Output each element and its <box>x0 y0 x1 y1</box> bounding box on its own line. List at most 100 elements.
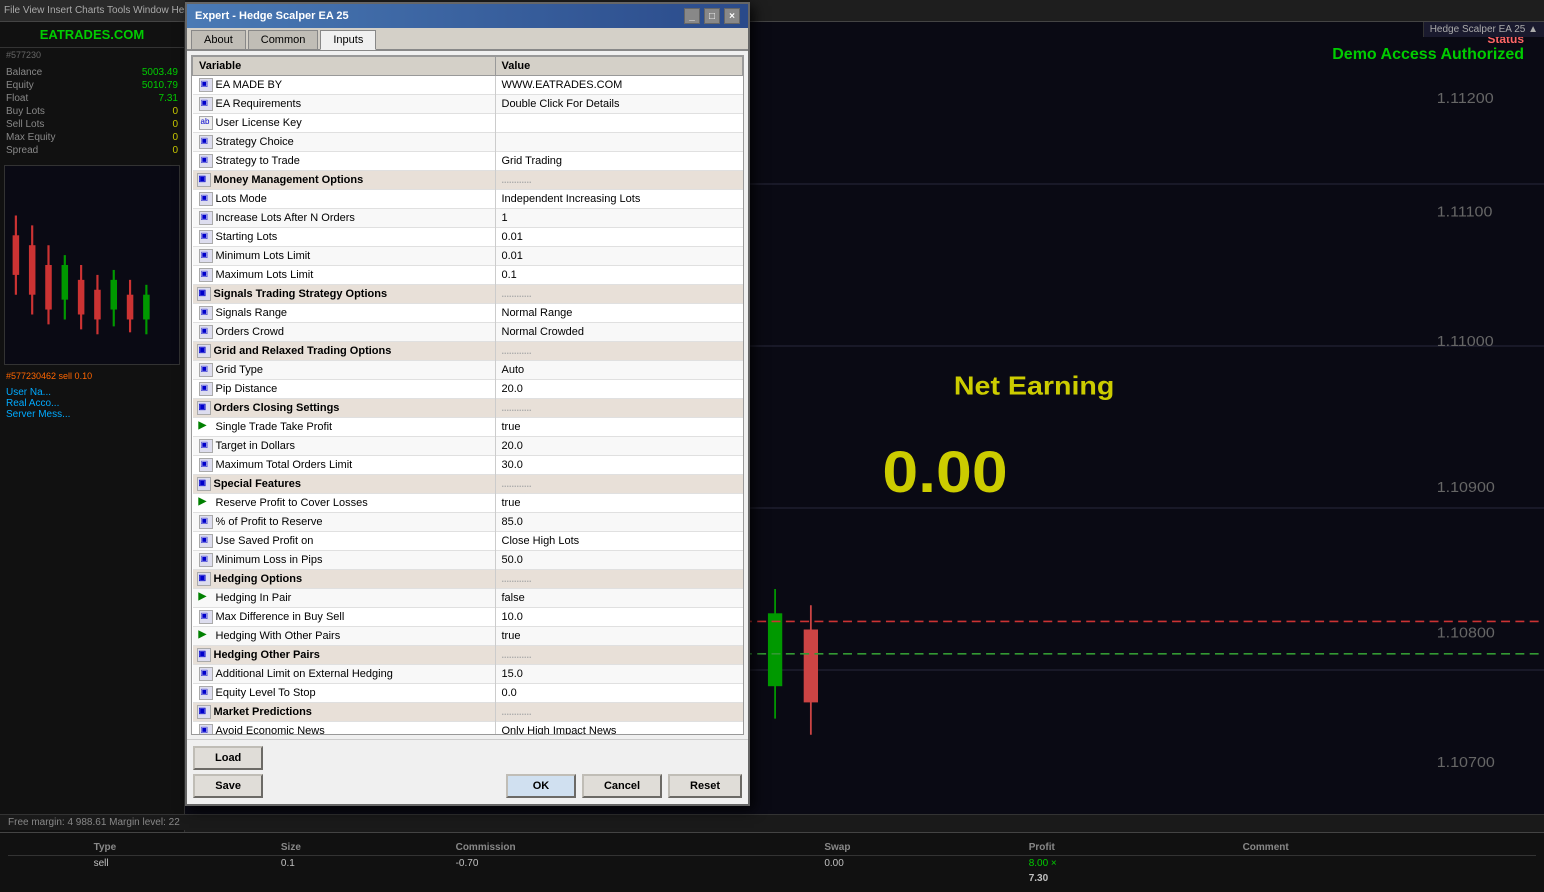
row-value-cell: true <box>495 494 743 513</box>
row-value-cell: false <box>495 589 743 608</box>
mini-chart <box>4 165 180 365</box>
col-header-comment: Comment <box>1235 840 1536 856</box>
row-icon: ▣ <box>197 477 211 491</box>
row-icon: ▣ <box>199 667 213 681</box>
row-variable-cell: ▶Hedging With Other Pairs <box>193 627 496 646</box>
cancel-button[interactable]: Cancel <box>582 774 662 798</box>
row-value-cell: 1 <box>495 209 743 228</box>
tab-common[interactable]: Common <box>248 30 319 49</box>
table-row[interactable]: ▶Hedging With Other Pairstrue <box>193 627 743 646</box>
dialog-titlebar: Expert - Hedge Scalper EA 25 _ □ × <box>187 4 748 28</box>
table-row[interactable]: ▣Minimum Loss in Pips50.0 <box>193 551 743 570</box>
row-icon: ▶ <box>199 496 213 510</box>
table-row[interactable]: ▶Hedging In Pairfalse <box>193 589 743 608</box>
table-row[interactable]: ▣Target in Dollars20.0 <box>193 437 743 456</box>
table-row[interactable]: ▣Signals RangeNormal Range <box>193 304 743 323</box>
row-variable-cell: ▣Hedging Other Pairs <box>193 646 496 665</box>
col-header-size: Size <box>273 840 448 856</box>
bottom-bar: Type Size Commission Swap Profit Comment… <box>0 832 1544 892</box>
table-row[interactable]: ▣Use Saved Profit onClose High Lots <box>193 532 743 551</box>
row-icon: ▶ <box>199 629 213 643</box>
row-value-cell: 10.0 <box>495 608 743 627</box>
row-value-cell: 0.01 <box>495 228 743 247</box>
svg-text:Net Earning: Net Earning <box>954 371 1114 400</box>
col-header-profit: Profit <box>1021 840 1235 856</box>
row-variable-cell: ▣Lots Mode <box>193 190 496 209</box>
row-variable-cell: ▣Special Features <box>193 475 496 494</box>
margin-info: Free margin: 4 988.61 Margin level: 22 <box>0 814 1544 830</box>
row-variable-cell: ▶Single Trade Take Profit <box>193 418 496 437</box>
table-row[interactable]: ▶Single Trade Take Profittrue <box>193 418 743 437</box>
table-row[interactable]: ▣Lots ModeIndependent Increasing Lots <box>193 190 743 209</box>
row-icon: ▣ <box>199 249 213 263</box>
trade-total-row: 7.30 <box>8 871 1536 886</box>
table-row[interactable]: ▶Reserve Profit to Cover Lossestrue <box>193 494 743 513</box>
table-row[interactable]: ▣Increase Lots After N Orders1 <box>193 209 743 228</box>
row-icon: ▣ <box>199 192 213 206</box>
table-row[interactable]: ▣Orders CrowdNormal Crowded <box>193 323 743 342</box>
demo-access-label: Demo Access Authorized <box>1332 46 1524 64</box>
sidebar-logo: EATRADES.COM <box>0 22 184 48</box>
trade-commission: -0.70 <box>448 855 817 871</box>
reset-button[interactable]: Reset <box>668 774 742 798</box>
table-row[interactable]: ▣Additional Limit on External Hedging15.… <box>193 665 743 684</box>
minimize-button[interactable]: _ <box>684 8 700 24</box>
tab-inputs[interactable]: Inputs <box>320 30 376 50</box>
params-table-container[interactable]: Variable Value ▣EA MADE BYWWW.EATRADES.C… <box>191 55 744 735</box>
row-variable-cell: ▣Starting Lots <box>193 228 496 247</box>
table-row[interactable]: ▣Equity Level To Stop0.0 <box>193 684 743 703</box>
ok-button[interactable]: OK <box>506 774 576 798</box>
trade-swap: 0.00 <box>816 855 1020 871</box>
table-row[interactable]: ▣Special Features............ <box>193 475 743 494</box>
row-value-cell: 30.0 <box>495 456 743 475</box>
table-row[interactable]: ▣Pip Distance20.0 <box>193 380 743 399</box>
table-row[interactable]: ▣EA RequirementsDouble Click For Details <box>193 95 743 114</box>
maximize-button[interactable]: □ <box>704 8 720 24</box>
table-row[interactable]: ▣Starting Lots0.01 <box>193 228 743 247</box>
close-button[interactable]: × <box>724 8 740 24</box>
dialog-tabs: About Common Inputs <box>187 28 748 51</box>
table-row[interactable]: ▣Strategy Choice <box>193 133 743 152</box>
row-variable-cell: ▣Signals Range <box>193 304 496 323</box>
table-row[interactable]: ▣Avoid Economic NewsOnly High Impact New… <box>193 722 743 736</box>
row-variable-cell: ▣EA Requirements <box>193 95 496 114</box>
table-row[interactable]: ▣Maximum Lots Limit0.1 <box>193 266 743 285</box>
row-variable-cell: ▣Market Predictions <box>193 703 496 722</box>
table-row[interactable]: ▣Grid TypeAuto <box>193 361 743 380</box>
table-row[interactable]: ▣Max Difference in Buy Sell10.0 <box>193 608 743 627</box>
account-id: #577230 <box>0 48 184 62</box>
row-value-cell: 50.0 <box>495 551 743 570</box>
row-variable-cell: ▣Increase Lots After N Orders <box>193 209 496 228</box>
row-icon: ▣ <box>199 306 213 320</box>
table-row[interactable]: ▣% of Profit to Reserve85.0 <box>193 513 743 532</box>
row-value-cell: ............ <box>495 285 743 304</box>
table-row[interactable]: ▣Grid and Relaxed Trading Options.......… <box>193 342 743 361</box>
trade-size: 0.1 <box>273 855 448 871</box>
table-row[interactable]: ▣EA MADE BYWWW.EATRADES.COM <box>193 76 743 95</box>
table-row[interactable]: ▣Minimum Lots Limit0.01 <box>193 247 743 266</box>
table-row[interactable]: ▣Hedging Options............ <box>193 570 743 589</box>
row-icon: ▣ <box>199 553 213 567</box>
table-row[interactable]: ▣Market Predictions............ <box>193 703 743 722</box>
row-icon: ▣ <box>199 515 213 529</box>
save-button[interactable]: Save <box>193 774 263 798</box>
row-value-cell: Normal Range <box>495 304 743 323</box>
table-row[interactable]: ▣Money Management Options............ <box>193 171 743 190</box>
trades-table: Type Size Commission Swap Profit Comment… <box>8 840 1536 886</box>
table-row[interactable]: ▣Hedging Other Pairs............ <box>193 646 743 665</box>
table-row[interactable]: ▣Strategy to TradeGrid Trading <box>193 152 743 171</box>
row-icon: ▶ <box>199 591 213 605</box>
ea-label: Hedge Scalper EA 25 ▲ <box>1423 22 1544 37</box>
row-icon: ▣ <box>199 382 213 396</box>
row-value-cell: ............ <box>495 399 743 418</box>
params-table: Variable Value ▣EA MADE BYWWW.EATRADES.C… <box>192 56 743 735</box>
table-row[interactable]: ▣Maximum Total Orders Limit30.0 <box>193 456 743 475</box>
table-row[interactable]: ▣Signals Trading Strategy Options.......… <box>193 285 743 304</box>
row-variable-cell: ▣Money Management Options <box>193 171 496 190</box>
table-row[interactable]: abUser License Key <box>193 114 743 133</box>
load-button[interactable]: Load <box>193 746 263 770</box>
table-row[interactable]: ▣Orders Closing Settings............ <box>193 399 743 418</box>
col-variable: Variable <box>193 57 496 76</box>
row-icon: ▶ <box>199 420 213 434</box>
tab-about[interactable]: About <box>191 30 246 49</box>
